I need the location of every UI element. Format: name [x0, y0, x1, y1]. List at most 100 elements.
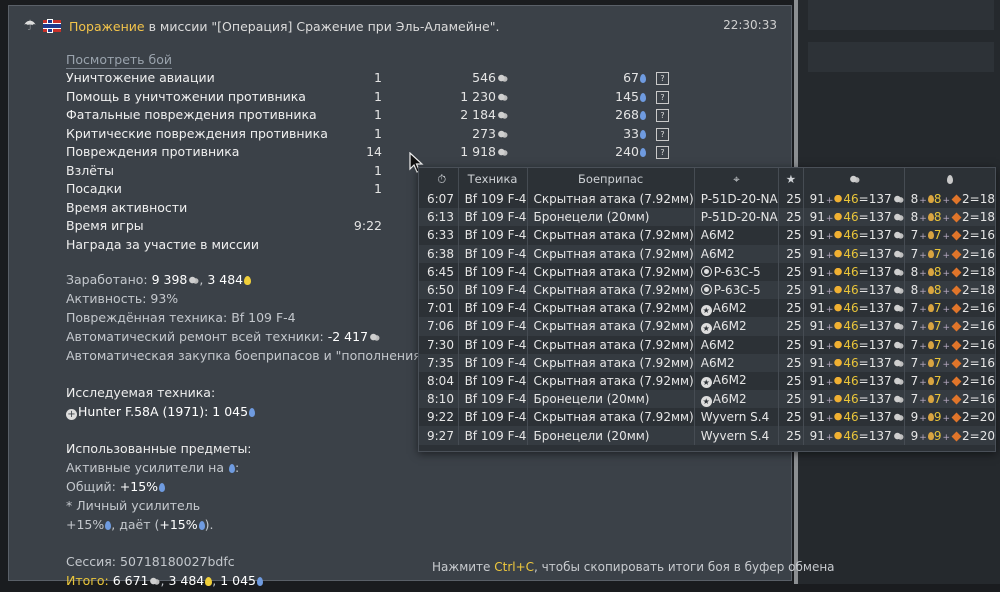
kill-sl: 91+ 46=137: [802, 408, 905, 427]
background-block: [808, 0, 994, 30]
copy-hint-pre: Нажмите: [432, 560, 495, 574]
kill-sl: 91+ 46=137: [802, 426, 905, 445]
sl-total: =137: [858, 228, 892, 243]
stat-rp-value: 240: [615, 144, 639, 159]
stat-rp: 268: [576, 107, 646, 122]
copy-hint-key: Ctrl+C: [494, 560, 535, 574]
kill-row: 7:35 Bf 109 F-4 Скрытная атака (7.92мм) A6M…: [419, 353, 995, 372]
rp-total: =18: [969, 210, 995, 225]
sl-total: =137: [858, 319, 892, 334]
help-button[interactable]: ?: [656, 109, 669, 122]
booster-icon: [951, 340, 962, 351]
total-rp: 1 045: [220, 573, 256, 588]
kill-rp: 8+ 8+ 2=18: [903, 280, 995, 300]
battle-header: ☂ Поражение в миссии "[Операция] Сражени…: [21, 16, 500, 36]
booster-icon: [951, 412, 962, 423]
sl-bonus: 46: [843, 192, 859, 207]
sl-total: =137: [858, 192, 892, 207]
target-icon: [700, 284, 712, 296]
silver-lions-icon: [188, 276, 200, 285]
kill-ammo: Скрытная атака (7.92мм): [526, 280, 695, 300]
kill-time: 8:10: [419, 390, 459, 409]
kill-time: 7:35: [419, 353, 459, 372]
kill-ammo: Скрытная атака (7.92мм): [526, 299, 695, 318]
total-gold: 3 484: [168, 573, 205, 588]
research-points-icon: [640, 74, 646, 83]
kill-vehicle: Bf 109 F-4: [457, 190, 527, 209]
sl-bonus: 46: [843, 337, 859, 352]
sl-base: 91: [809, 428, 825, 443]
silver-lions-icon: [892, 249, 904, 259]
rp-total: =16: [969, 246, 995, 261]
rp-base: 8: [910, 210, 919, 225]
kill-target: ★ A6M2: [693, 317, 779, 336]
help-button[interactable]: ?: [656, 127, 669, 141]
sl-base: 91: [809, 373, 825, 388]
research-points-icon: [640, 111, 646, 120]
stat-label: Критические повреждения противника: [66, 125, 328, 141]
kill-row: 6:13 Bf 109 F-4 Бронецели (20мм) P-51D-20-N…: [419, 208, 995, 227]
earned-sl: 9 398: [151, 272, 188, 287]
kill-sl: 91+ 46=137: [802, 353, 905, 372]
research-points-icon: [640, 92, 646, 102]
sl-base: 91: [809, 337, 825, 352]
booster-icon: [951, 212, 962, 223]
kill-sl: 91+ 46=137: [802, 262, 905, 281]
stat-label: Взлёты: [66, 162, 115, 178]
rp-bonus1: 7: [933, 337, 942, 352]
sl-total: =137: [858, 373, 892, 388]
sl-base: 91: [809, 301, 825, 316]
rp-total: =16: [969, 319, 995, 334]
rp-bonus1: 7: [933, 392, 942, 407]
sl-base: 91: [809, 192, 825, 207]
kill-score: 25: [778, 317, 804, 336]
kill-sl: 91+ 46=137: [802, 299, 905, 318]
personal-end: ).: [204, 517, 214, 532]
sl-total: =137: [858, 355, 892, 370]
rp-bonus2: 2: [962, 373, 970, 388]
auto-repair-value: -2 417: [327, 329, 369, 344]
kills-detail-popup: ⏱ Техника Боеприпас ⌖ ★ 6:07 Bf 109 F-4 Ск…: [418, 167, 996, 452]
sl-bonus: 46: [843, 210, 859, 225]
star-badge-icon: ★: [700, 322, 712, 334]
silver-lions-icon: [892, 395, 904, 405]
sl-bonus: 46: [843, 410, 859, 425]
view-battle-link[interactable]: Посмотреть бой: [66, 52, 173, 69]
stat-rp: 240: [576, 144, 646, 159]
kill-ammo: Скрытная атака (7.92мм): [526, 190, 695, 209]
silver-lions-icon: [892, 195, 904, 205]
rp-base: 7: [910, 355, 919, 370]
star-icon: ★: [778, 168, 804, 190]
kill-score: 25: [778, 262, 804, 281]
rp-total: =20: [969, 410, 995, 425]
kill-score: 25: [778, 299, 804, 318]
rp-bonus2: 2: [962, 428, 970, 443]
sl-bonus: 46: [843, 392, 859, 407]
defeat-label: Поражение: [69, 18, 145, 34]
silver-lions-icon: [497, 148, 508, 157]
kill-row: 9:22 Bf 109 F-4 Скрытная атака (7.92мм) Wyv…: [419, 408, 995, 427]
personal-booster-line: * Личный усилитель: [66, 498, 201, 513]
kills-detail-header: ⏱ Техника Боеприпас ⌖ ★: [419, 168, 995, 190]
rp-base: 8: [910, 192, 919, 207]
kill-score: 25: [778, 335, 804, 354]
kill-target-name: A6M2: [700, 246, 735, 261]
kill-ammo: Бронецели (20мм): [526, 208, 695, 227]
research-points-icon: [249, 408, 256, 417]
help-button[interactable]: ?: [656, 90, 669, 104]
stat-count: 1: [374, 70, 382, 85]
kill-time: 8:04: [427, 373, 454, 388]
kill-target-name: A6M2: [700, 355, 735, 370]
stat-sl-value: 546: [472, 70, 496, 85]
column-header-ammo: Боеприпас: [526, 168, 695, 190]
stat-rp-value: 67: [623, 70, 639, 85]
booster-icon: [951, 303, 962, 314]
kill-ammo: Бронецели (20мм): [526, 390, 695, 409]
rp-bonus2: 2: [962, 264, 970, 279]
help-button[interactable]: ?: [656, 72, 669, 85]
kill-sl: 91+ 46=137: [802, 226, 905, 245]
silver-lions-icon: [369, 333, 381, 342]
help-button[interactable]: ?: [656, 146, 669, 159]
earned-label: Заработано:: [66, 272, 152, 287]
sl-base: 91: [809, 319, 825, 334]
